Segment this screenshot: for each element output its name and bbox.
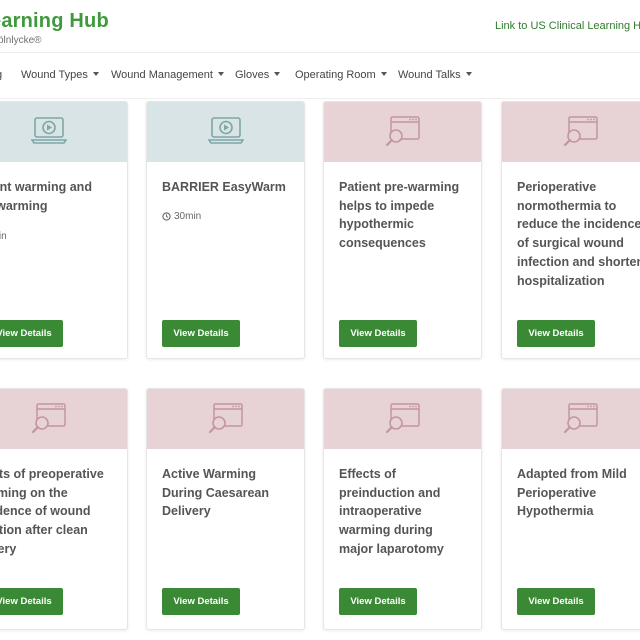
course-card[interactable]: Perioperative normothermia to reduce the… [501, 101, 640, 359]
nav-label: g [0, 69, 2, 81]
browser-search-icon [385, 116, 420, 147]
nav-item-wound-management[interactable]: Wound Management [111, 69, 224, 81]
brand-wordmark: ölnlycke® [0, 35, 42, 46]
caret-down-icon [465, 72, 472, 77]
card-thumbnail [147, 389, 304, 449]
card-title[interactable]: Adapted from Mild Perioperative Hypother… [517, 465, 640, 521]
browser-search-icon [208, 403, 243, 434]
course-card[interactable]: Active Warming During Caesarean Delivery… [146, 388, 305, 630]
view-details-button[interactable]: View Details [517, 588, 595, 615]
card-title[interactable]: Effects of preinduction and intraoperati… [339, 465, 469, 559]
card-thumbnail [324, 102, 481, 162]
card-thumbnail [502, 389, 640, 449]
video-play-icon [208, 117, 244, 144]
course-card[interactable]: tient warming and e-warming 0min View De… [0, 101, 128, 359]
video-play-icon [31, 117, 67, 144]
nav-item-gloves[interactable]: Gloves [235, 69, 281, 81]
caret-down-icon [92, 72, 99, 77]
browser-search-icon [385, 403, 420, 434]
card-thumbnail [147, 102, 304, 162]
course-card[interactable]: BARRIER EasyWarm 30min View Details [146, 101, 305, 359]
course-card[interactable]: Effects of preinduction and intraoperati… [323, 388, 482, 630]
card-duration: 30min [162, 211, 201, 222]
view-details-button[interactable]: View Details [0, 588, 63, 615]
view-details-button[interactable]: View Details [0, 320, 63, 347]
browser-search-icon [563, 403, 598, 434]
nav-label: Gloves [235, 69, 270, 81]
view-details-button[interactable]: View Details [517, 320, 595, 347]
card-duration: 0min [0, 231, 7, 242]
view-details-button[interactable]: View Details [339, 588, 417, 615]
us-learning-hub-link[interactable]: Link to US Clinical Learning Hub || [495, 20, 640, 32]
card-title[interactable]: ects of preoperative arming on the ciden… [0, 465, 115, 559]
main-nav: g Wound Types Wound Management Gloves Op… [0, 52, 640, 99]
duration-text: 0min [0, 231, 7, 242]
clock-icon [162, 212, 171, 221]
course-card[interactable]: Patient pre-warming helps to impede hypo… [323, 101, 482, 359]
course-card[interactable]: ects of preoperative arming on the ciden… [0, 388, 128, 630]
view-details-button[interactable]: View Details [162, 320, 240, 347]
duration-text: 30min [174, 211, 202, 222]
course-card[interactable]: Adapted from Mild Perioperative Hypother… [501, 388, 640, 630]
nav-label: Operating Room [295, 69, 376, 81]
browser-search-icon [31, 403, 66, 434]
card-thumbnail [324, 389, 481, 449]
nav-item-truncated[interactable]: g [0, 69, 2, 81]
caret-down-icon [217, 72, 224, 77]
card-thumbnail [0, 389, 127, 449]
nav-item-wound-talks[interactable]: Wound Talks [398, 69, 472, 81]
card-title[interactable]: tient warming and e-warming [0, 178, 115, 215]
view-details-button[interactable]: View Details [162, 588, 240, 615]
nav-label: Wound Management [111, 69, 213, 81]
site-header: earning Hub ölnlycke® Link to US Clinica… [0, 0, 640, 53]
browser-search-icon [563, 116, 598, 147]
caret-down-icon [380, 72, 387, 77]
nav-label: Wound Types [21, 69, 88, 81]
card-thumbnail [0, 102, 127, 162]
view-details-button[interactable]: View Details [339, 320, 417, 347]
caret-down-icon [274, 72, 281, 77]
nav-label: Wound Talks [398, 69, 461, 81]
card-title[interactable]: BARRIER EasyWarm [162, 178, 292, 197]
nav-item-operating-room[interactable]: Operating Room [295, 69, 387, 81]
site-logo-title[interactable]: earning Hub [0, 10, 109, 33]
card-title[interactable]: Perioperative normothermia to reduce the… [517, 178, 640, 290]
card-title[interactable]: Active Warming During Caesarean Delivery [162, 465, 292, 521]
card-thumbnail [502, 102, 640, 162]
card-title[interactable]: Patient pre-warming helps to impede hypo… [339, 178, 469, 253]
nav-item-wound-types[interactable]: Wound Types [21, 69, 99, 81]
